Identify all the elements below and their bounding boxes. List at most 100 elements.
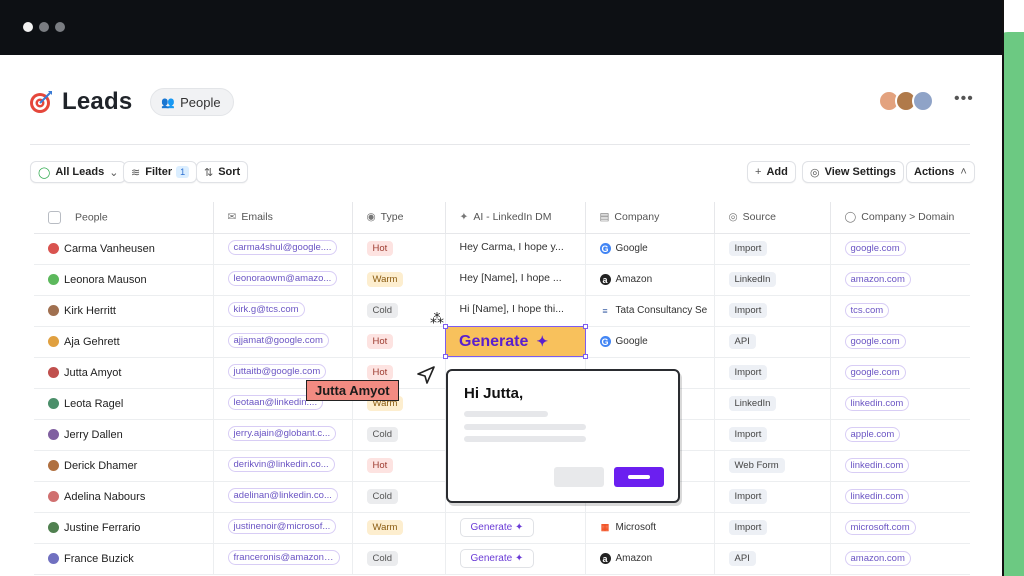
generate-cell-button[interactable]: Generate ✦ [459, 549, 535, 568]
source-cell[interactable]: Import [714, 357, 831, 389]
company-cell[interactable]: a Amazon [599, 274, 714, 285]
email-cell[interactable]: jerry.ajain@globant.c... [213, 419, 353, 451]
people-cell[interactable]: Kirk Herritt [34, 295, 214, 327]
domain-link[interactable]: amazon.com [844, 551, 911, 566]
collaborator-avatars[interactable] [878, 90, 934, 112]
domain-cell[interactable]: amazon.com [830, 264, 970, 296]
ai-dm-text[interactable]: Hi [Name], I hope thi... [460, 303, 564, 315]
generate-button[interactable]: Generate ✦ [443, 324, 588, 359]
ai-dm-cell[interactable]: Hey [Name], I hope ... [445, 264, 586, 296]
domain-cell[interactable]: amazon.com [830, 543, 970, 575]
people-cell[interactable]: Jerry Dallen [34, 419, 214, 451]
people-cell[interactable]: Jutta Amyot [34, 357, 214, 389]
email-link[interactable]: leonoraowm@amazo... [227, 270, 338, 286]
email-cell[interactable]: franceronis@amazon.... [213, 543, 353, 575]
people-cell[interactable]: Leota Ragel [34, 388, 214, 420]
people-cell[interactable]: Leonora Mauson [34, 264, 214, 296]
email-cell[interactable]: derikvin@linkedin.co... [213, 450, 353, 482]
view-settings-button[interactable]: ◎ View Settings [802, 161, 904, 183]
domain-link[interactable]: apple.com [844, 427, 901, 442]
email-link[interactable]: juttaitb@google.com [227, 363, 327, 379]
source-cell[interactable]: API [714, 326, 831, 358]
actions-button[interactable]: Actions ˄ [906, 161, 975, 183]
domain-link[interactable]: google.com [844, 334, 906, 349]
table-row[interactable]: Justine Ferrario justinenoir@microsof...… [34, 512, 970, 544]
select-all-checkbox[interactable] [48, 210, 61, 224]
popup-cancel-button[interactable] [554, 467, 604, 487]
avatar[interactable] [912, 90, 934, 112]
email-link[interactable]: adelinan@linkedin.co... [227, 487, 338, 503]
table-row[interactable]: Kirk Herritt kirk.g@tcs.com Cold Hi [Nam… [34, 295, 970, 327]
table-row[interactable]: Leonora Mauson leonoraowm@amazo... Warm … [34, 264, 970, 296]
filter-button[interactable]: ≋ Filter 1 [123, 161, 198, 183]
domain-link[interactable]: tcs.com [844, 303, 890, 318]
more-options-icon[interactable]: ••• [954, 90, 974, 108]
domain-cell[interactable]: google.com [830, 326, 970, 358]
column-header-company[interactable]: ▤ Company [585, 202, 715, 234]
all-leads-button[interactable]: ◯ All Leads ⌄ [30, 161, 127, 183]
column-header-people[interactable]: People [34, 202, 214, 234]
company-cell-wrapper[interactable]: ▦ Microsoft [585, 512, 715, 544]
source-cell[interactable]: Import [714, 419, 831, 451]
type-cell[interactable]: Hot [352, 326, 446, 358]
source-cell[interactable]: LinkedIn [714, 264, 831, 296]
domain-cell[interactable]: google.com [830, 233, 970, 265]
domain-cell[interactable]: google.com [830, 357, 970, 389]
window-dot-icon[interactable] [23, 22, 33, 32]
window-dot-icon[interactable] [55, 22, 65, 32]
people-cell[interactable]: Justine Ferrario [34, 512, 214, 544]
email-link[interactable]: carma4shul@google.... [227, 239, 338, 255]
window-dot-icon[interactable] [39, 22, 49, 32]
company-cell-wrapper[interactable]: a Amazon [585, 543, 715, 575]
domain-cell[interactable]: linkedin.com [830, 450, 970, 482]
source-cell[interactable]: Import [714, 233, 831, 265]
people-cell[interactable]: France Buzick [34, 543, 214, 575]
email-cell[interactable]: leonoraowm@amazo... [213, 264, 353, 296]
type-cell[interactable]: Hot [352, 450, 446, 482]
column-header-domain[interactable]: ◯ Company > Domain [830, 202, 970, 234]
source-cell[interactable]: API [714, 543, 831, 575]
email-cell[interactable]: justinenoir@microsof... [213, 512, 353, 544]
email-cell[interactable]: kirk.g@tcs.com [213, 295, 353, 327]
domain-cell[interactable]: linkedin.com [830, 481, 970, 513]
domain-link[interactable]: linkedin.com [844, 489, 910, 504]
email-link[interactable]: jerry.ajain@globant.c... [227, 425, 337, 441]
people-view-chip[interactable]: 👥 People [150, 88, 234, 116]
email-link[interactable]: justinenoir@microsof... [227, 518, 337, 534]
domain-cell[interactable]: linkedin.com [830, 388, 970, 420]
column-header-source[interactable]: ◎ Source [714, 202, 831, 234]
resize-handle[interactable] [443, 324, 448, 329]
domain-link[interactable]: linkedin.com [844, 396, 910, 411]
source-cell[interactable]: LinkedIn [714, 388, 831, 420]
ai-dm-cell[interactable]: Hi [Name], I hope thi... [445, 295, 586, 327]
domain-link[interactable]: google.com [844, 365, 906, 380]
company-cell-wrapper[interactable]: G Google [585, 233, 715, 265]
email-cell[interactable]: ajjamat@google.com [213, 326, 353, 358]
resize-handle[interactable] [583, 354, 588, 359]
company-cell-wrapper[interactable]: a Amazon [585, 264, 715, 296]
sort-button[interactable]: ⇅ Sort [196, 161, 249, 183]
company-cell-wrapper[interactable]: G Google [585, 326, 715, 358]
ai-dm-text[interactable]: Hey Carma, I hope y... [460, 241, 564, 253]
type-cell[interactable]: Warm [352, 264, 446, 296]
domain-link[interactable]: amazon.com [844, 272, 911, 287]
email-link[interactable]: derikvin@linkedin.co... [227, 456, 335, 472]
source-cell[interactable]: Import [714, 295, 831, 327]
email-link[interactable]: ajjamat@google.com [227, 332, 329, 348]
domain-cell[interactable]: tcs.com [830, 295, 970, 327]
source-cell[interactable]: Import [714, 481, 831, 513]
email-link[interactable]: franceronis@amazon.... [227, 549, 340, 565]
type-cell[interactable]: Cold [352, 419, 446, 451]
table-row[interactable]: Carma Vanheusen carma4shul@google.... Ho… [34, 233, 970, 265]
column-header-ai-linkedin-dm[interactable]: ✦ AI - LinkedIn DM [445, 202, 586, 234]
company-cell-wrapper[interactable]: ≡ Tata Consultancy Se [585, 295, 715, 327]
company-cell[interactable]: ≡ Tata Consultancy Se [599, 305, 714, 316]
ai-dm-text[interactable]: Hey [Name], I hope ... [460, 272, 562, 284]
domain-link[interactable]: linkedin.com [844, 458, 910, 473]
email-link[interactable]: kirk.g@tcs.com [227, 301, 305, 317]
column-header-emails[interactable]: ✉ Emails [213, 202, 353, 234]
people-cell[interactable]: Aja Gehrett [34, 326, 214, 358]
company-cell[interactable]: a Amazon [599, 553, 714, 564]
resize-handle[interactable] [443, 354, 448, 359]
type-cell[interactable]: Warm [352, 512, 446, 544]
